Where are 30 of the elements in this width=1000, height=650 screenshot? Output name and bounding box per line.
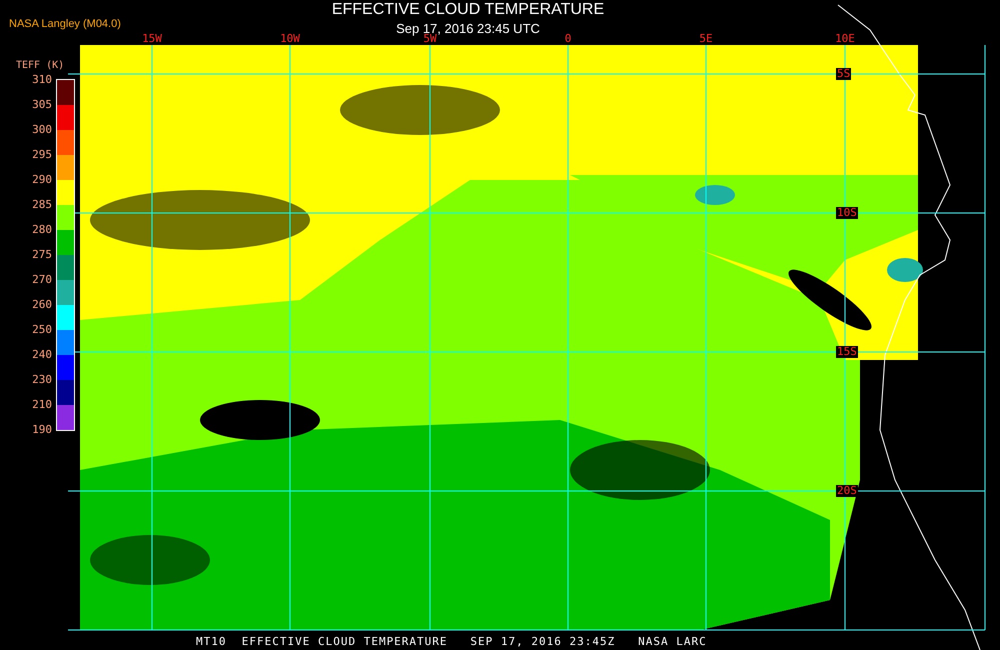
- chart-title: EFFECTIVE CLOUD TEMPERATURE: [332, 0, 604, 20]
- scale-tick-label: 190: [31, 424, 52, 436]
- scale-tick-label: 295: [31, 149, 52, 161]
- latitude-label: 5S: [836, 68, 852, 80]
- longitude-label: 0: [564, 33, 572, 45]
- latitude-label: 10S: [836, 207, 858, 219]
- longitude-label: 15W: [141, 33, 163, 45]
- chart-subtitle: Sep 17, 2016 23:45 UTC: [396, 20, 540, 36]
- longitude-label: 5W: [422, 33, 438, 45]
- longitude-label: 10W: [279, 33, 301, 45]
- source-label: NASA Langley (M04.0): [9, 17, 121, 32]
- scale-tick-label: 310: [31, 74, 52, 86]
- scale-tick-label: 240: [31, 349, 52, 361]
- scale-tick-label: 260: [31, 299, 52, 311]
- legend-title: TEFF (K): [16, 60, 64, 72]
- scale-tick-label: 305: [31, 99, 52, 111]
- scale-tick-label: 285: [31, 199, 52, 211]
- latitude-label: 15S: [836, 346, 858, 358]
- scale-tick-label: 270: [31, 274, 52, 286]
- longitude-label: 5E: [698, 33, 714, 45]
- footer-caption: MT10 EFFECTIVE CLOUD TEMPERATURE SEP 17, 2016 23:45Z NASA LARC: [196, 635, 707, 648]
- latitude-label: 20S: [836, 485, 858, 497]
- scale-tick-label: 250: [31, 324, 52, 336]
- scale-tick-label: 280: [31, 224, 52, 236]
- scale-tick-label: 300: [31, 124, 52, 136]
- longitude-label: 10E: [834, 33, 856, 45]
- scale-tick-label: 290: [31, 174, 52, 186]
- scale-tick-label: 275: [31, 249, 52, 261]
- scale-tick-label: 230: [31, 374, 52, 386]
- scale-tick-label: 210: [31, 399, 52, 411]
